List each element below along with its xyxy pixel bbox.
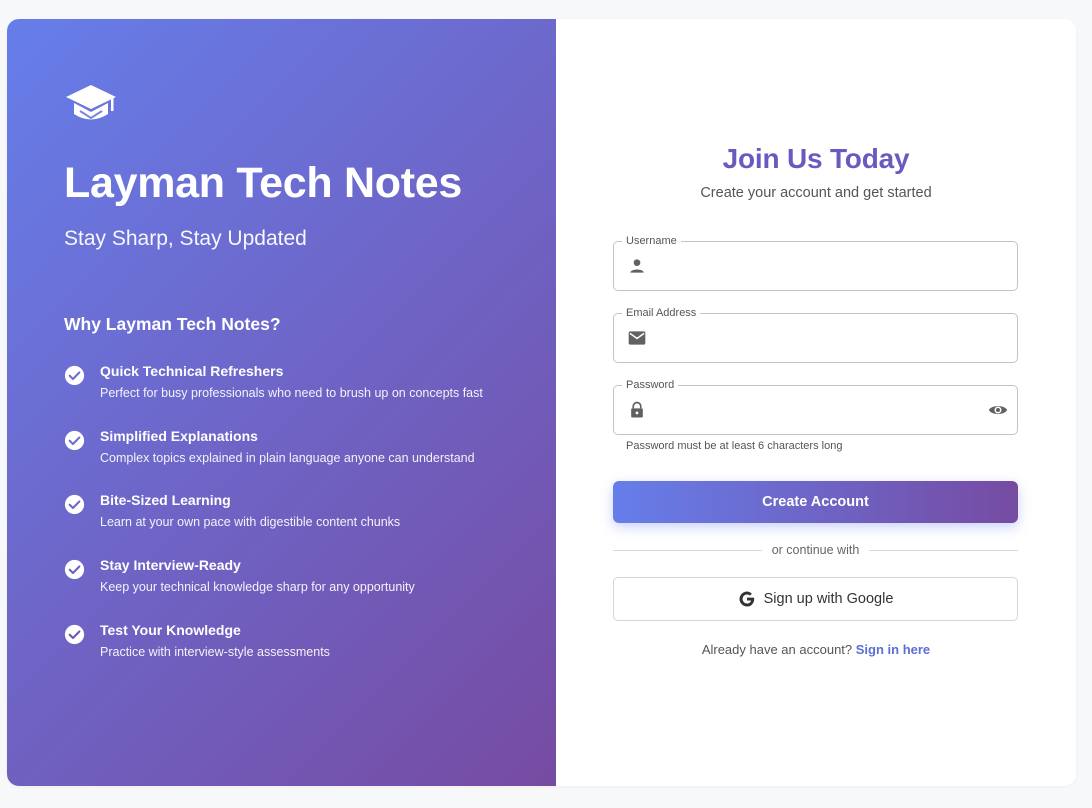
feature-description: Learn at your own pace with digestible c… (100, 515, 401, 530)
check-circle-icon (64, 430, 85, 450)
form-title: Join Us Today (722, 143, 910, 174)
check-circle-icon (64, 495, 85, 515)
divider-line (869, 549, 1018, 551)
feature-item: Test Your Knowledge Practice with interv… (64, 621, 483, 686)
divider: or continue with (613, 541, 1018, 559)
email-field[interactable]: Email Address (613, 306, 1018, 363)
google-signup-button[interactable]: Sign up with Google (613, 577, 1018, 621)
signin-row: Already have an account? Sign in here (556, 642, 1076, 657)
email-label: Email Address (622, 306, 701, 320)
feature-title: Stay Interview-Ready (100, 557, 241, 574)
eye-icon[interactable] (987, 400, 1009, 420)
create-account-button[interactable]: Create Account (613, 481, 1018, 523)
form-subtitle: Create your account and get started (700, 185, 932, 201)
signin-link[interactable]: Sign in here (856, 642, 930, 657)
feature-description: Perfect for busy professionals who need … (100, 386, 483, 400)
signup-card: Layman Tech Notes Stay Sharp, Stay Updat… (7, 19, 1076, 786)
feature-item: Bite-Sized Learning Learn at your own pa… (64, 491, 483, 556)
feature-description: Keep your technical knowledge sharp for … (100, 580, 415, 595)
divider-line (613, 549, 762, 551)
check-circle-icon (64, 559, 85, 580)
feature-title: Test Your Knowledge (100, 621, 241, 638)
feature-description: Practice with interview-style assessment… (100, 644, 330, 659)
brand-title: Layman Tech Notes (64, 159, 462, 207)
feature-title: Simplified Explanations (100, 427, 258, 444)
google-button-label: Sign up with Google (763, 591, 894, 607)
divider-text: or continue with (771, 543, 860, 557)
brand-tagline: Stay Sharp, Stay Updated (64, 227, 307, 250)
lock-icon (631, 401, 643, 418)
feature-item: Stay Interview-Ready Keep your technical… (64, 556, 483, 621)
feature-description: Complex topics explained in plain langua… (100, 450, 475, 465)
password-input[interactable] (660, 398, 971, 422)
signup-form-panel: Join Us Today Create your account and ge… (556, 19, 1076, 786)
feature-title: Bite-Sized Learning (100, 492, 231, 509)
username-input[interactable] (660, 254, 971, 278)
username-field[interactable]: Username (613, 234, 1018, 291)
feature-title: Quick Technical Refreshers (100, 363, 284, 379)
username-label: Username (622, 234, 681, 248)
feature-item: Quick Technical Refreshers Perfect for b… (64, 362, 483, 427)
check-circle-icon (64, 365, 85, 386)
password-field[interactable]: Password (613, 378, 1018, 435)
check-circle-icon (64, 624, 85, 644)
brand-panel: Layman Tech Notes Stay Sharp, Stay Updat… (7, 19, 556, 786)
why-heading: Why Layman Tech Notes? (64, 314, 281, 334)
feature-item: Simplified Explanations Complex topics e… (64, 427, 483, 492)
password-helper-text: Password must be at least 6 characters l… (626, 440, 843, 452)
feature-list: Quick Technical Refreshers Perfect for b… (64, 362, 483, 685)
signin-prompt: Already have an account? (701, 642, 853, 657)
email-input[interactable] (660, 326, 971, 350)
email-icon (628, 331, 646, 345)
password-label: Password (622, 378, 679, 392)
google-icon (739, 591, 754, 607)
graduation-cap-icon (66, 85, 116, 120)
person-icon (630, 259, 644, 273)
